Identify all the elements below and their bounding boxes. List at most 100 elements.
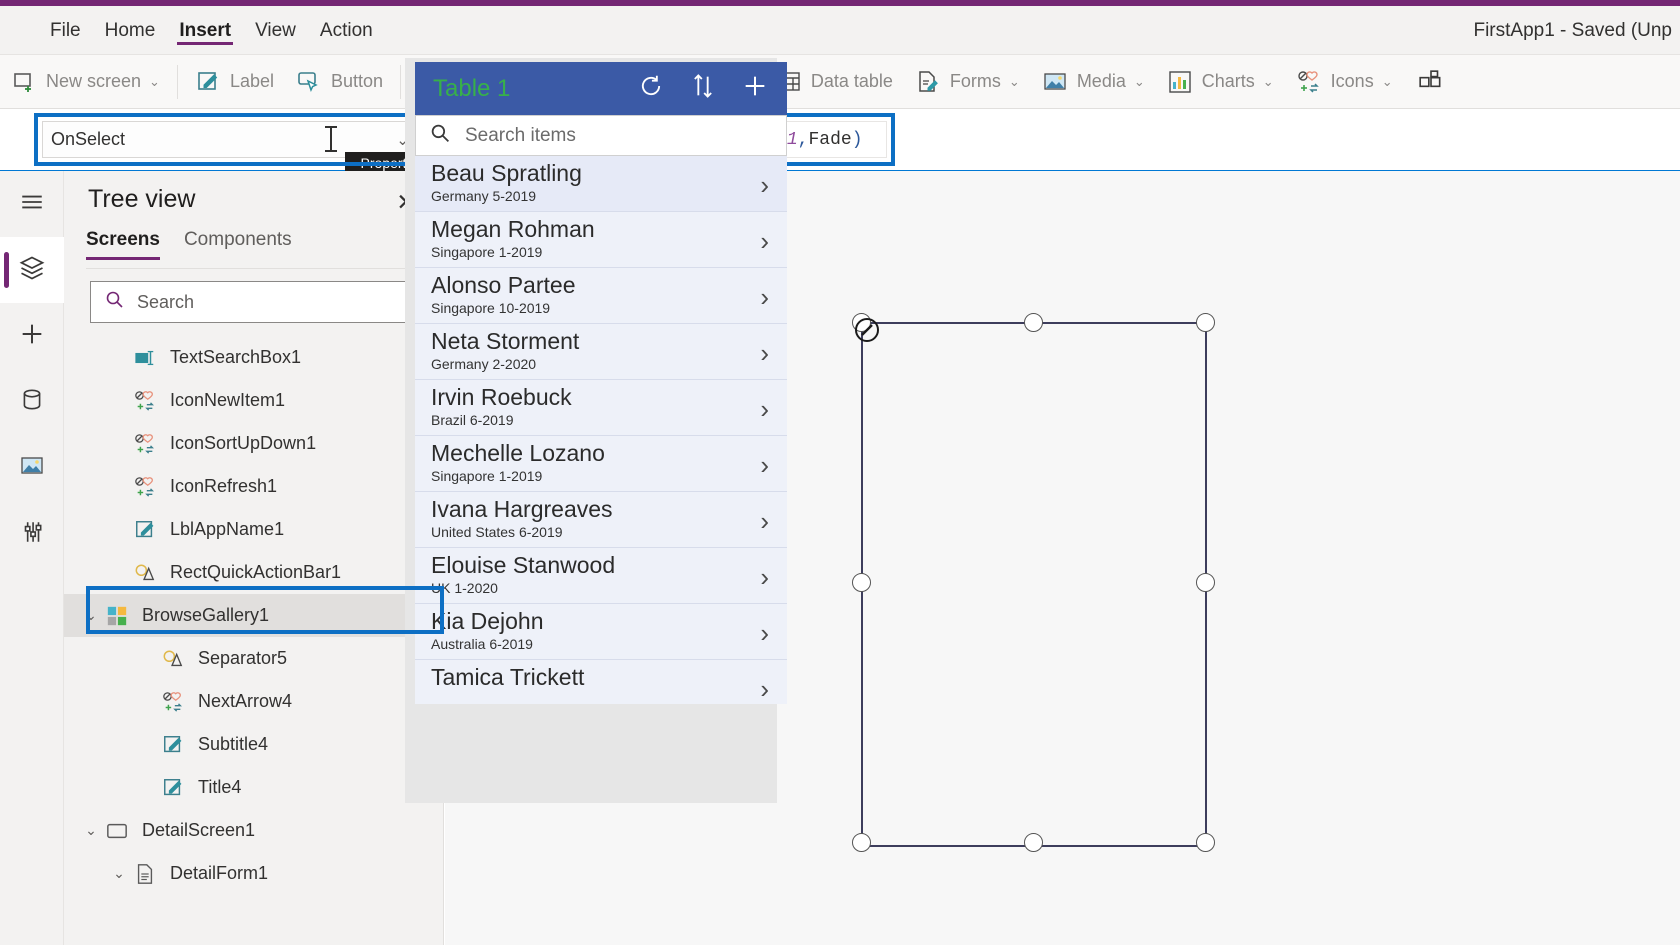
next-arrow-icon[interactable]: › — [760, 450, 769, 481]
tree-item-lblappname1[interactable]: LblAppName1 — [64, 508, 444, 551]
database-icon — [19, 387, 45, 418]
tab-components[interactable]: Components — [184, 229, 292, 260]
tree-item-subtitle4[interactable]: Subtitle4 — [64, 723, 444, 766]
next-arrow-icon[interactable]: › — [760, 282, 769, 313]
menu-item-view[interactable]: View — [243, 6, 308, 55]
ribbon-item-new-screen[interactable]: New screen ⌄ — [0, 55, 171, 109]
resize-handle-top-center[interactable] — [1024, 313, 1043, 332]
form-icon — [130, 863, 160, 885]
tree-item-label: Subtitle4 — [198, 734, 269, 754]
next-arrow-icon[interactable]: › — [760, 394, 769, 425]
ribbon-item-forms[interactable]: Forms ⌄ — [904, 55, 1031, 109]
gallery-row[interactable]: Mechelle Lozano Singapore 1-2019 › — [415, 436, 787, 492]
menu-item-insert[interactable]: Insert — [167, 6, 243, 55]
gallery-row[interactable]: Alonso Partee Singapore 10-2019 › — [415, 268, 787, 324]
ribbon-item-media[interactable]: Media ⌄ — [1031, 55, 1156, 109]
chevron-down-icon: ⌄ — [1262, 73, 1274, 89]
resize-handle-bottom-right[interactable] — [1196, 833, 1215, 852]
ribbon-item-label: Forms — [949, 71, 1001, 91]
label-icon — [130, 519, 160, 541]
tree-item-title4[interactable]: Title4 — [64, 766, 444, 809]
rail-button-media[interactable] — [0, 435, 64, 501]
app-header-actions — [637, 72, 769, 105]
resize-handle-middle-left[interactable] — [852, 573, 871, 592]
ribbon-item-charts[interactable]: Charts ⌄ — [1156, 55, 1285, 109]
chevron-down-icon[interactable]: ⌄ — [80, 607, 102, 624]
menu-item-file[interactable]: File — [38, 6, 93, 55]
rail-button-data[interactable] — [0, 369, 64, 435]
chevron-down-icon: ⌄ — [1381, 73, 1393, 89]
next-arrow-icon[interactable]: › — [760, 338, 769, 369]
tab-screens[interactable]: Screens — [86, 229, 160, 260]
search-input[interactable]: Search — [90, 281, 420, 323]
tree-item-separator5[interactable]: Separator5 — [64, 637, 444, 680]
textbox-icon — [130, 347, 160, 369]
gallery-row[interactable]: Ivana Hargreaves United States 6-2019 › — [415, 492, 787, 548]
next-arrow-icon[interactable]: › — [760, 506, 769, 537]
menu-item-action[interactable]: Action — [308, 6, 385, 55]
tree-item-label: NextArrow4 — [198, 691, 293, 711]
screen-icon — [102, 820, 132, 842]
sort-icon[interactable] — [691, 72, 715, 105]
chevron-down-icon[interactable]: ⌄ — [108, 865, 130, 882]
gallery-row-title: Alonso Partee — [431, 272, 576, 298]
next-arrow-icon[interactable]: › — [760, 226, 769, 257]
tree-item-detailform1[interactable]: ⌄ DetailForm1 — [64, 852, 444, 895]
ribbon-item-more[interactable] — [1404, 55, 1455, 109]
gallery-row-subtitle: Brazil 6-2019 — [431, 412, 514, 429]
gallery-row[interactable]: Irvin Roebuck Brazil 6-2019 › — [415, 380, 787, 436]
next-arrow-icon[interactable]: › — [760, 674, 769, 704]
gallery-search-box[interactable]: Search items — [415, 115, 787, 156]
menu-item-home[interactable]: Home — [93, 6, 168, 55]
tree-item-nextarrow4[interactable]: NextArrow4 — [64, 680, 444, 723]
rail-button-advanced-tools[interactable] — [0, 501, 64, 567]
resize-handle-bottom-left[interactable] — [852, 833, 871, 852]
tree-item-iconsortupdown1[interactable]: IconSortUpDown1 — [64, 422, 444, 465]
tree-item-label: IconRefresh1 — [170, 476, 278, 496]
rail-button-tree-view[interactable] — [0, 237, 64, 303]
gallery-row[interactable]: Neta Storment Germany 2-2020 › — [415, 324, 787, 380]
tree-item-detailscreen1[interactable]: ⌄ DetailScreen1 — [64, 809, 444, 852]
resize-handle-bottom-center[interactable] — [1024, 833, 1043, 852]
search-placeholder: Search — [137, 291, 195, 312]
ribbon-item-button[interactable]: Button — [285, 55, 394, 109]
tree-item-rectquickactionbar1[interactable]: RectQuickActionBar1 — [64, 551, 444, 594]
app-quick-action-bar: Table 1 — [415, 62, 787, 115]
ribbon-item-label[interactable]: Label — [184, 55, 285, 109]
tree-item-browsegallery1[interactable]: ⌄ BrowseGallery1 ⋯ — [64, 594, 444, 637]
edit-pencil-icon[interactable] — [855, 318, 879, 342]
ribbon-item-icons[interactable]: Icons ⌄ — [1285, 55, 1404, 109]
chevron-down-icon[interactable]: ⌄ — [80, 822, 102, 839]
next-arrow-icon[interactable]: › — [760, 170, 769, 201]
tree-view-list[interactable]: TextSearchBox1 IconNewItem1 IconSortUpDo… — [64, 336, 444, 945]
next-arrow-icon[interactable]: › — [760, 562, 769, 593]
refresh-icon[interactable] — [637, 72, 665, 105]
next-arrow-icon[interactable]: › — [760, 618, 769, 649]
rail-button-insert[interactable] — [0, 303, 64, 369]
gallery-row[interactable]: Kia Dejohn Australia 6-2019 › — [415, 604, 787, 660]
gallery-row[interactable]: Elouise Stanwood UK 1-2020 › — [415, 548, 787, 604]
tree-item-textsearchbox1[interactable]: TextSearchBox1 — [64, 336, 444, 379]
browse-gallery[interactable]: Beau Spratling Germany 5-2019 › Megan Ro… — [415, 156, 787, 704]
resize-handle-top-right[interactable] — [1196, 313, 1215, 332]
gallery-row-subtitle: Germany 2-2020 — [431, 356, 537, 373]
add-icon[interactable] — [741, 72, 769, 105]
chevron-down-icon: ⌄ — [1133, 73, 1145, 89]
rail-button-menu[interactable] — [0, 171, 64, 237]
label-icon — [158, 777, 188, 799]
tree-item-label: TextSearchBox1 — [170, 347, 302, 367]
ribbon-item-label: Label — [229, 71, 274, 91]
charts-icon — [1167, 70, 1193, 94]
icons-icon — [130, 390, 160, 412]
layers-icon — [18, 254, 46, 287]
gallery-row[interactable]: Beau Spratling Germany 5-2019 › — [415, 156, 787, 212]
tree-view-panel: Tree view ✕ ScreensComponents Search Tex… — [64, 171, 444, 945]
tree-item-iconrefresh1[interactable]: IconRefresh1 — [64, 465, 444, 508]
tree-item-iconnewitem1[interactable]: IconNewItem1 — [64, 379, 444, 422]
chevron-down-icon: ⌄ — [149, 73, 160, 89]
gallery-row-subtitle: Singapore 10-2019 — [431, 300, 551, 317]
gallery-row[interactable]: Megan Rohman Singapore 1-2019 › — [415, 212, 787, 268]
resize-handle-middle-right[interactable] — [1196, 573, 1215, 592]
gallery-row-title: Ivana Hargreaves — [431, 496, 613, 522]
gallery-row[interactable]: Tamica Trickett › — [415, 660, 787, 704]
